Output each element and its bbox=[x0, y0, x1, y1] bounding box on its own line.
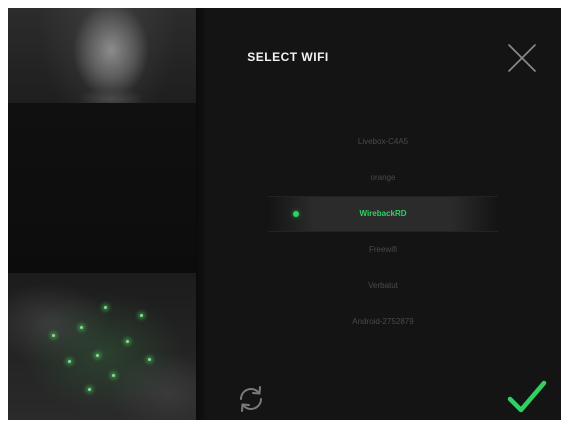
sparkle bbox=[148, 358, 151, 361]
sparkle bbox=[112, 374, 115, 377]
network-name: orange bbox=[370, 173, 396, 182]
wifi-network-list: Livebox-C4A5 orange WirebackRD Freewifi … bbox=[268, 124, 498, 340]
dot-icon bbox=[293, 211, 299, 217]
sparkle bbox=[88, 388, 91, 391]
photo-hands-shading bbox=[8, 273, 196, 420]
background-photo bbox=[8, 8, 196, 420]
network-name: Android-2752879 bbox=[352, 317, 414, 326]
refresh-button[interactable] bbox=[234, 382, 268, 416]
network-item[interactable]: orange bbox=[268, 160, 498, 196]
sparkle bbox=[80, 326, 83, 329]
sparkle bbox=[52, 334, 55, 337]
network-name: Freewifi bbox=[368, 245, 397, 254]
network-name: Verbatut bbox=[368, 281, 398, 290]
network-name: WirebackRD bbox=[359, 209, 407, 218]
network-name: Livebox-C4A5 bbox=[357, 137, 409, 146]
sparkle bbox=[140, 314, 143, 317]
network-item[interactable]: Livebox-C4A5 bbox=[268, 124, 498, 160]
sparkle bbox=[68, 360, 71, 363]
refresh-icon bbox=[240, 386, 262, 412]
photo-shirt-shading bbox=[8, 103, 196, 283]
sparkle bbox=[104, 306, 107, 309]
confirm-button[interactable] bbox=[506, 377, 548, 417]
page-title: SELECT WIFI bbox=[247, 50, 329, 64]
close-button[interactable] bbox=[506, 42, 538, 74]
network-item-selected[interactable]: WirebackRD bbox=[268, 196, 498, 232]
network-item[interactable]: Freewifi bbox=[268, 232, 498, 268]
wifi-select-screen: SELECT WIFI Livebox-C4A5 orange Wireback… bbox=[8, 8, 561, 420]
panel-divider bbox=[196, 8, 208, 420]
sparkle bbox=[96, 354, 99, 357]
checkmark-icon bbox=[507, 380, 547, 413]
close-icon bbox=[508, 44, 536, 72]
sparkle bbox=[126, 340, 129, 343]
network-item[interactable]: Android-2752879 bbox=[268, 304, 498, 340]
network-item[interactable]: Verbatut bbox=[268, 268, 498, 304]
